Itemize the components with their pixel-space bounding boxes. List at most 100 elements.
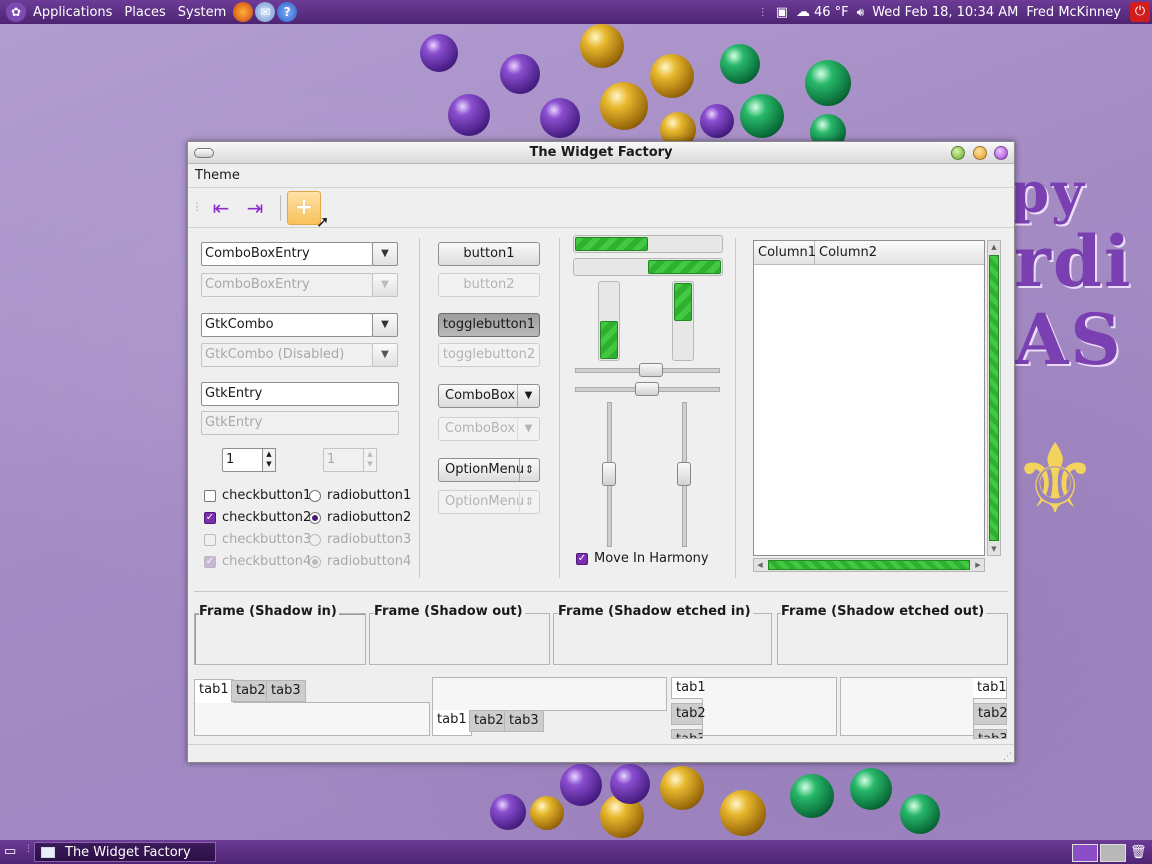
notebook-bottom-tab3[interactable]: tab3 — [504, 710, 544, 732]
trash-icon[interactable]: 🗑︎ — [1130, 845, 1147, 860]
checkbutton4-label: checkbutton4 — [222, 554, 312, 569]
optionmenu-button[interactable]: OptionMenu ⇕ — [438, 458, 540, 482]
go-first-icon[interactable]: ⇤ — [206, 192, 236, 224]
fleur-de-lis-decoration: ⚜ — [1012, 423, 1099, 535]
radiobutton1-label[interactable]: radiobutton1 — [327, 488, 411, 504]
checkbutton2-label[interactable]: checkbutton2 — [222, 510, 311, 526]
maximize-button[interactable] — [973, 146, 987, 160]
theme-menu[interactable]: Theme — [195, 168, 240, 183]
combobox-disabled-value: ComboBox — [445, 421, 516, 436]
scroll-up-icon[interactable]: ▲ — [988, 241, 1000, 253]
resize-grip-icon[interactable]: ⋰ — [1003, 752, 1012, 762]
move-in-harmony-label[interactable]: Move In Harmony — [594, 551, 709, 567]
window-shade-button[interactable] — [194, 148, 214, 158]
gtkcombo-input[interactable]: GtkCombo — [201, 313, 373, 337]
radiobutton4-label: radiobutton4 — [327, 554, 412, 569]
vprogress-trough-2 — [672, 281, 694, 361]
window-icon — [41, 846, 55, 858]
notebook-left-tab1[interactable]: tab1 — [671, 677, 706, 699]
button1[interactable]: button1 — [438, 242, 540, 266]
bead-decoration — [660, 766, 704, 810]
statusbar: ⋰ — [188, 744, 1014, 762]
notebook-left-tab3[interactable]: tab3 — [671, 729, 703, 739]
horizontal-scroll-thumb[interactable] — [768, 560, 970, 570]
tree-column2-header[interactable]: Column2 — [815, 241, 984, 265]
places-menu[interactable]: Places — [118, 5, 171, 20]
mail-launcher-icon[interactable]: ✉ — [255, 2, 276, 22]
notebook-bottom-page — [432, 677, 667, 711]
weather-temperature[interactable]: 46 °F — [814, 5, 849, 20]
notebook-right-tab1[interactable]: tab1 — [973, 677, 1007, 699]
hprogress-trough-2 — [573, 258, 723, 276]
tree-vertical-scrollbar[interactable]: ▲ ▼ — [987, 240, 1001, 556]
taskbar-window-button[interactable]: The Widget Factory — [34, 842, 216, 862]
hscale-knob-2[interactable] — [635, 382, 659, 396]
column-separator — [559, 238, 560, 578]
bead-decoration — [610, 764, 650, 804]
radiobutton2-circle[interactable] — [309, 512, 321, 524]
notebook-top-tab1[interactable]: tab1 — [194, 679, 234, 703]
checkbutton2-box[interactable]: ✓ — [204, 512, 216, 524]
volume-icon[interactable]: 🔊︎ — [857, 5, 865, 20]
notebook-right-tab2[interactable]: tab2 — [973, 703, 1008, 725]
widget-factory-window: The Widget Factory Theme ⋮ ⇤ ⇥ + ➚ Combo… — [187, 141, 1015, 763]
main-menu-logo-icon[interactable]: ✿ — [6, 2, 26, 22]
column-separator — [419, 238, 420, 578]
frame-shadow-etched-in-label: Frame (Shadow etched in) — [558, 604, 753, 619]
tree-column1-header[interactable]: Column1 — [754, 241, 816, 265]
notebook-top-tab2[interactable]: tab2 — [231, 680, 271, 702]
bead-decoration — [448, 94, 490, 136]
applications-menu[interactable]: Applications — [27, 5, 118, 20]
spinbutton-input[interactable]: 1 — [222, 448, 264, 472]
workspace-1[interactable] — [1072, 844, 1098, 862]
move-in-harmony-checkbox[interactable]: ✓ — [576, 553, 588, 565]
gtkentry-disabled-input: GtkEntry — [201, 411, 399, 435]
notebook-right-tab3[interactable]: tab3 — [973, 729, 1007, 739]
show-desktop-icon[interactable]: ▭ — [4, 844, 16, 859]
scroll-down-icon[interactable]: ▼ — [988, 543, 1000, 555]
bottom-panel: ▭ ⋮ The Widget Factory — [0, 840, 1152, 864]
vscale-knob-1[interactable] — [602, 462, 616, 486]
column-separator — [735, 238, 736, 578]
vscale-knob-2[interactable] — [677, 462, 691, 486]
spinbutton-arrows[interactable]: ▲ ▼ — [262, 448, 276, 472]
checkbutton1-label[interactable]: checkbutton1 — [222, 488, 311, 504]
radiobutton2-label[interactable]: radiobutton2 — [327, 510, 411, 526]
firefox-launcher-icon[interactable] — [233, 2, 254, 22]
window-titlebar[interactable]: The Widget Factory — [188, 142, 1014, 164]
notebook-bottom-tab1[interactable]: tab1 — [432, 710, 472, 736]
comboboxentry-dropdown-button[interactable]: ▼ — [372, 242, 398, 266]
checkbutton1-box[interactable] — [204, 490, 216, 502]
radiobutton1-circle[interactable] — [309, 490, 321, 502]
notebook-bottom-tab2[interactable]: tab2 — [469, 710, 509, 732]
scroll-right-icon[interactable]: ▶ — [972, 559, 984, 571]
gtkentry-input[interactable]: GtkEntry — [201, 382, 399, 406]
weather-cloud-icon[interactable]: ☁ — [796, 4, 810, 20]
help-launcher-icon[interactable]: ? — [277, 2, 298, 22]
hscale-knob-1[interactable] — [639, 363, 663, 377]
toolbar-handle-icon[interactable]: ⋮ — [192, 202, 202, 213]
bead-decoration — [720, 44, 760, 84]
scroll-left-icon[interactable]: ◀ — [754, 559, 766, 571]
shutdown-icon[interactable]: ⏻ — [1130, 2, 1150, 22]
notebook-top-tab3[interactable]: tab3 — [266, 680, 306, 702]
minimize-button[interactable] — [951, 146, 965, 160]
notebook-left-tab2[interactable]: tab2 — [671, 703, 706, 725]
system-menu[interactable]: System — [172, 5, 232, 20]
combobox-button[interactable]: ComboBox ▼ — [438, 384, 540, 408]
go-last-icon[interactable]: ⇥ — [240, 192, 270, 224]
network-icon[interactable]: ▣ — [776, 5, 788, 20]
chevron-down-icon: ▼ — [517, 418, 539, 440]
comboboxentry-input[interactable]: ComboBoxEntry — [201, 242, 373, 266]
bead-decoration — [850, 768, 892, 810]
gtkcombo-dropdown-button[interactable]: ▼ — [372, 313, 398, 337]
close-button[interactable] — [994, 146, 1008, 160]
updown-arrow-icon: ⇕ — [519, 459, 539, 481]
user-name[interactable]: Fred McKinney — [1026, 5, 1121, 20]
vertical-scroll-thumb[interactable] — [989, 255, 999, 541]
clock[interactable]: Wed Feb 18, 10:34 AM — [872, 5, 1018, 20]
tree-horizontal-scrollbar[interactable]: ◀ ▶ — [753, 558, 985, 572]
workspace-2[interactable] — [1100, 844, 1126, 862]
togglebutton1[interactable]: togglebutton1 — [438, 313, 540, 337]
tree-view[interactable]: Column1 Column2 — [753, 240, 985, 556]
